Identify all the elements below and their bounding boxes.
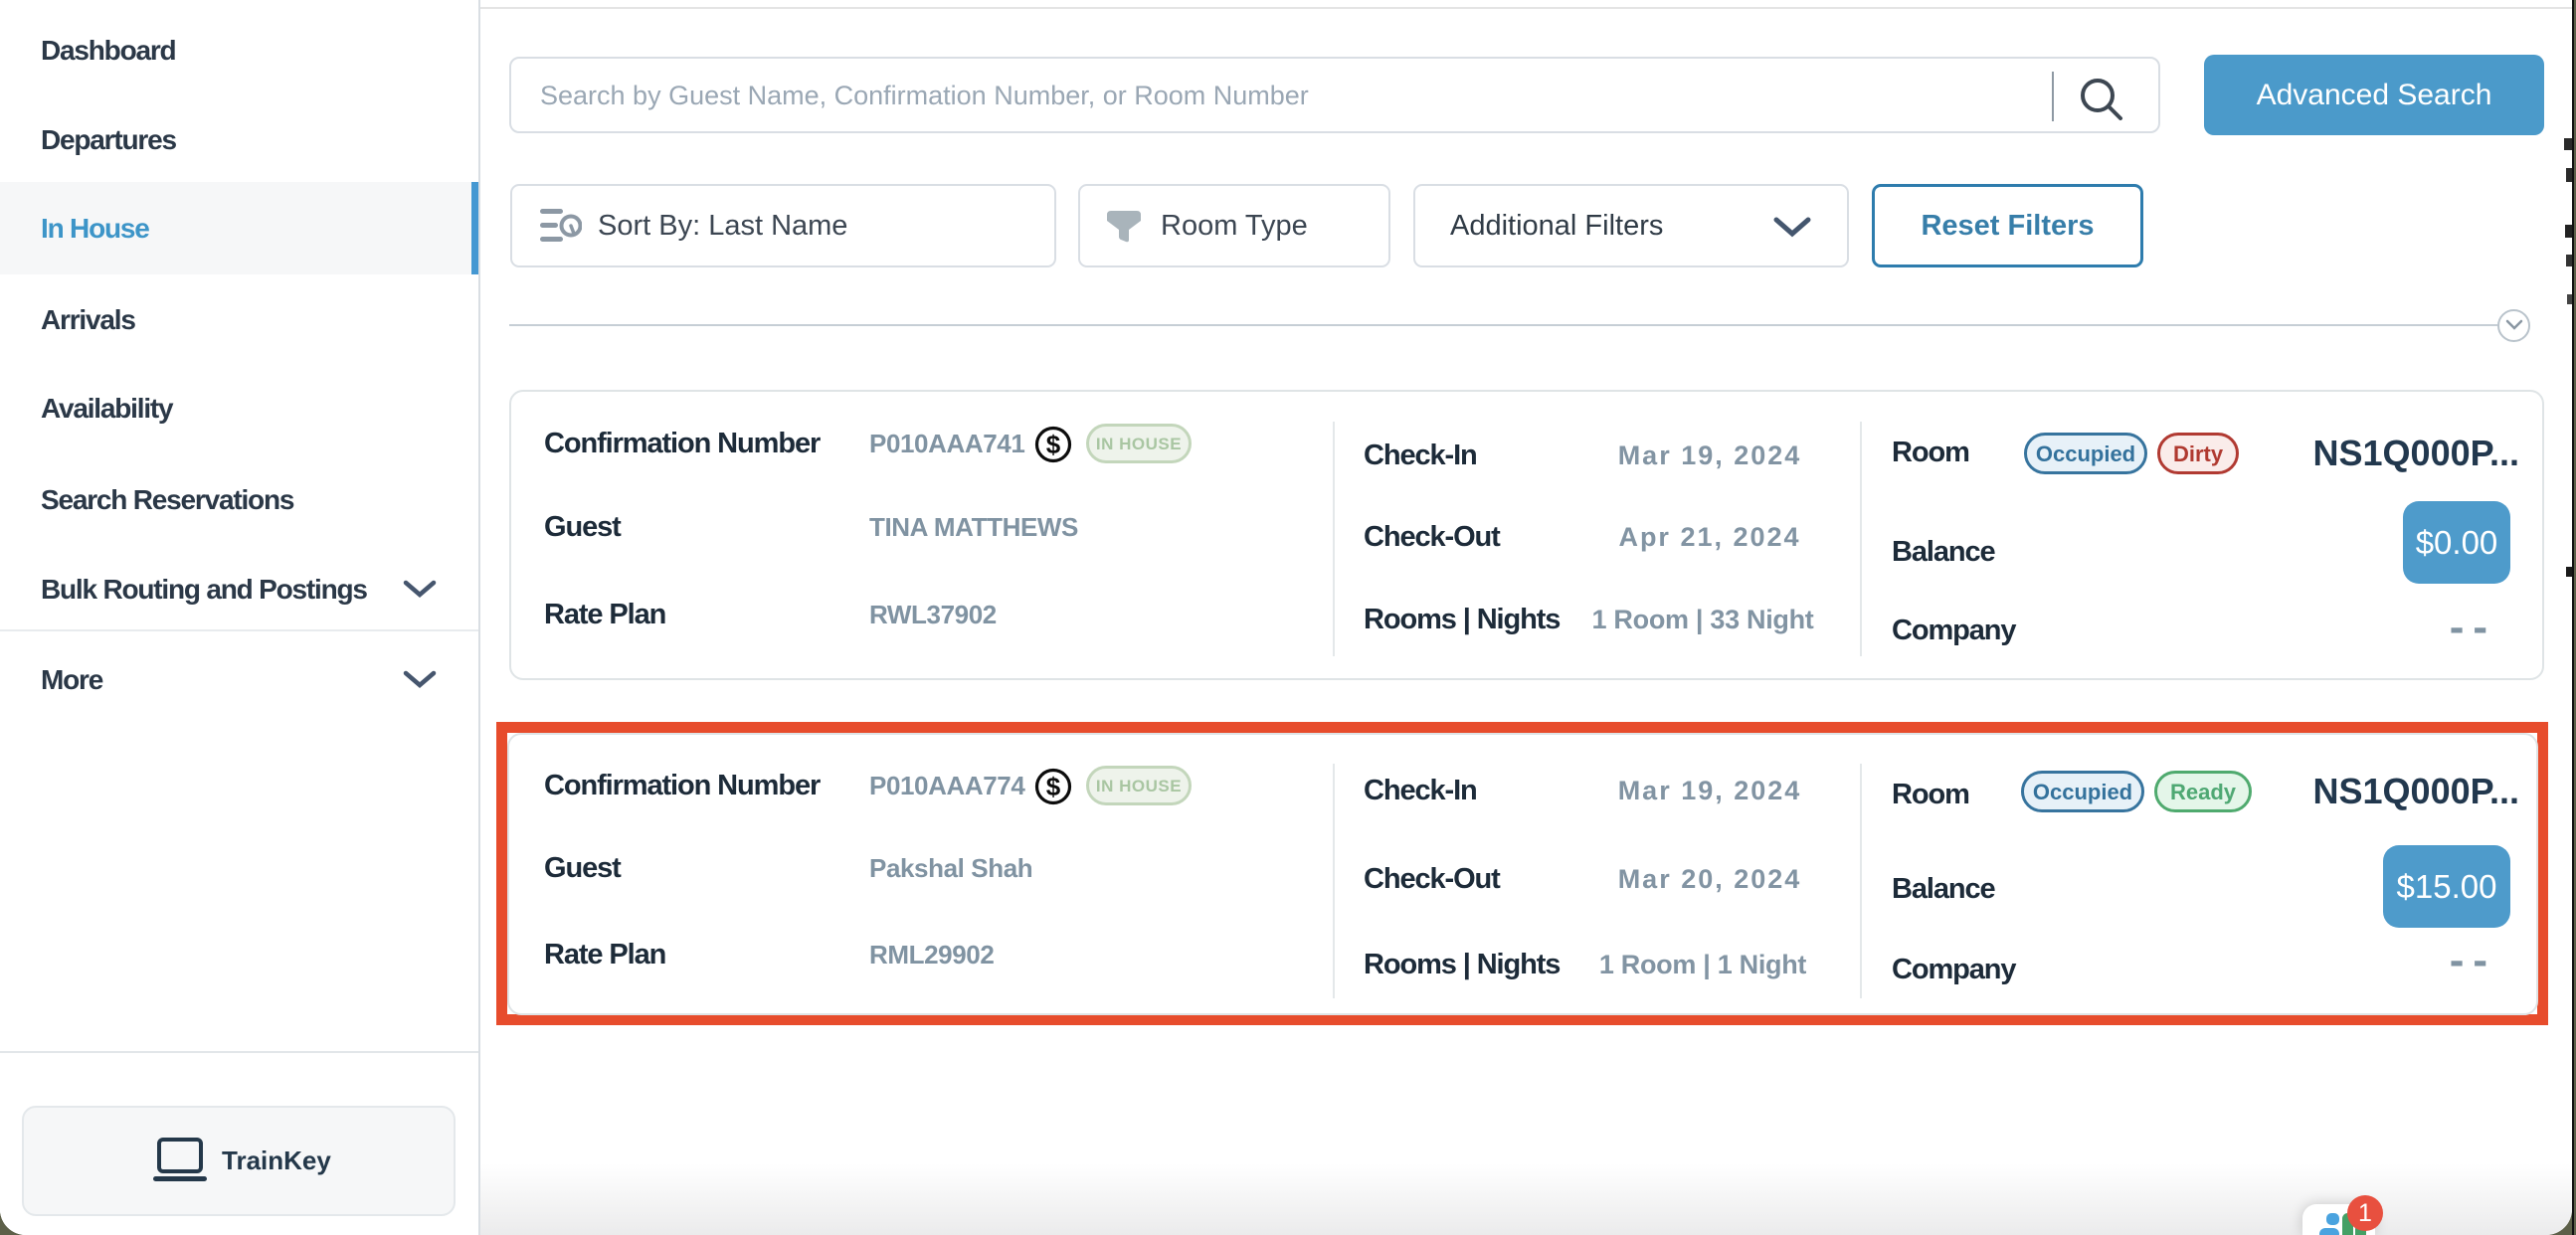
svg-text:$: $: [1046, 430, 1061, 459]
svg-text:$: $: [1046, 772, 1061, 801]
